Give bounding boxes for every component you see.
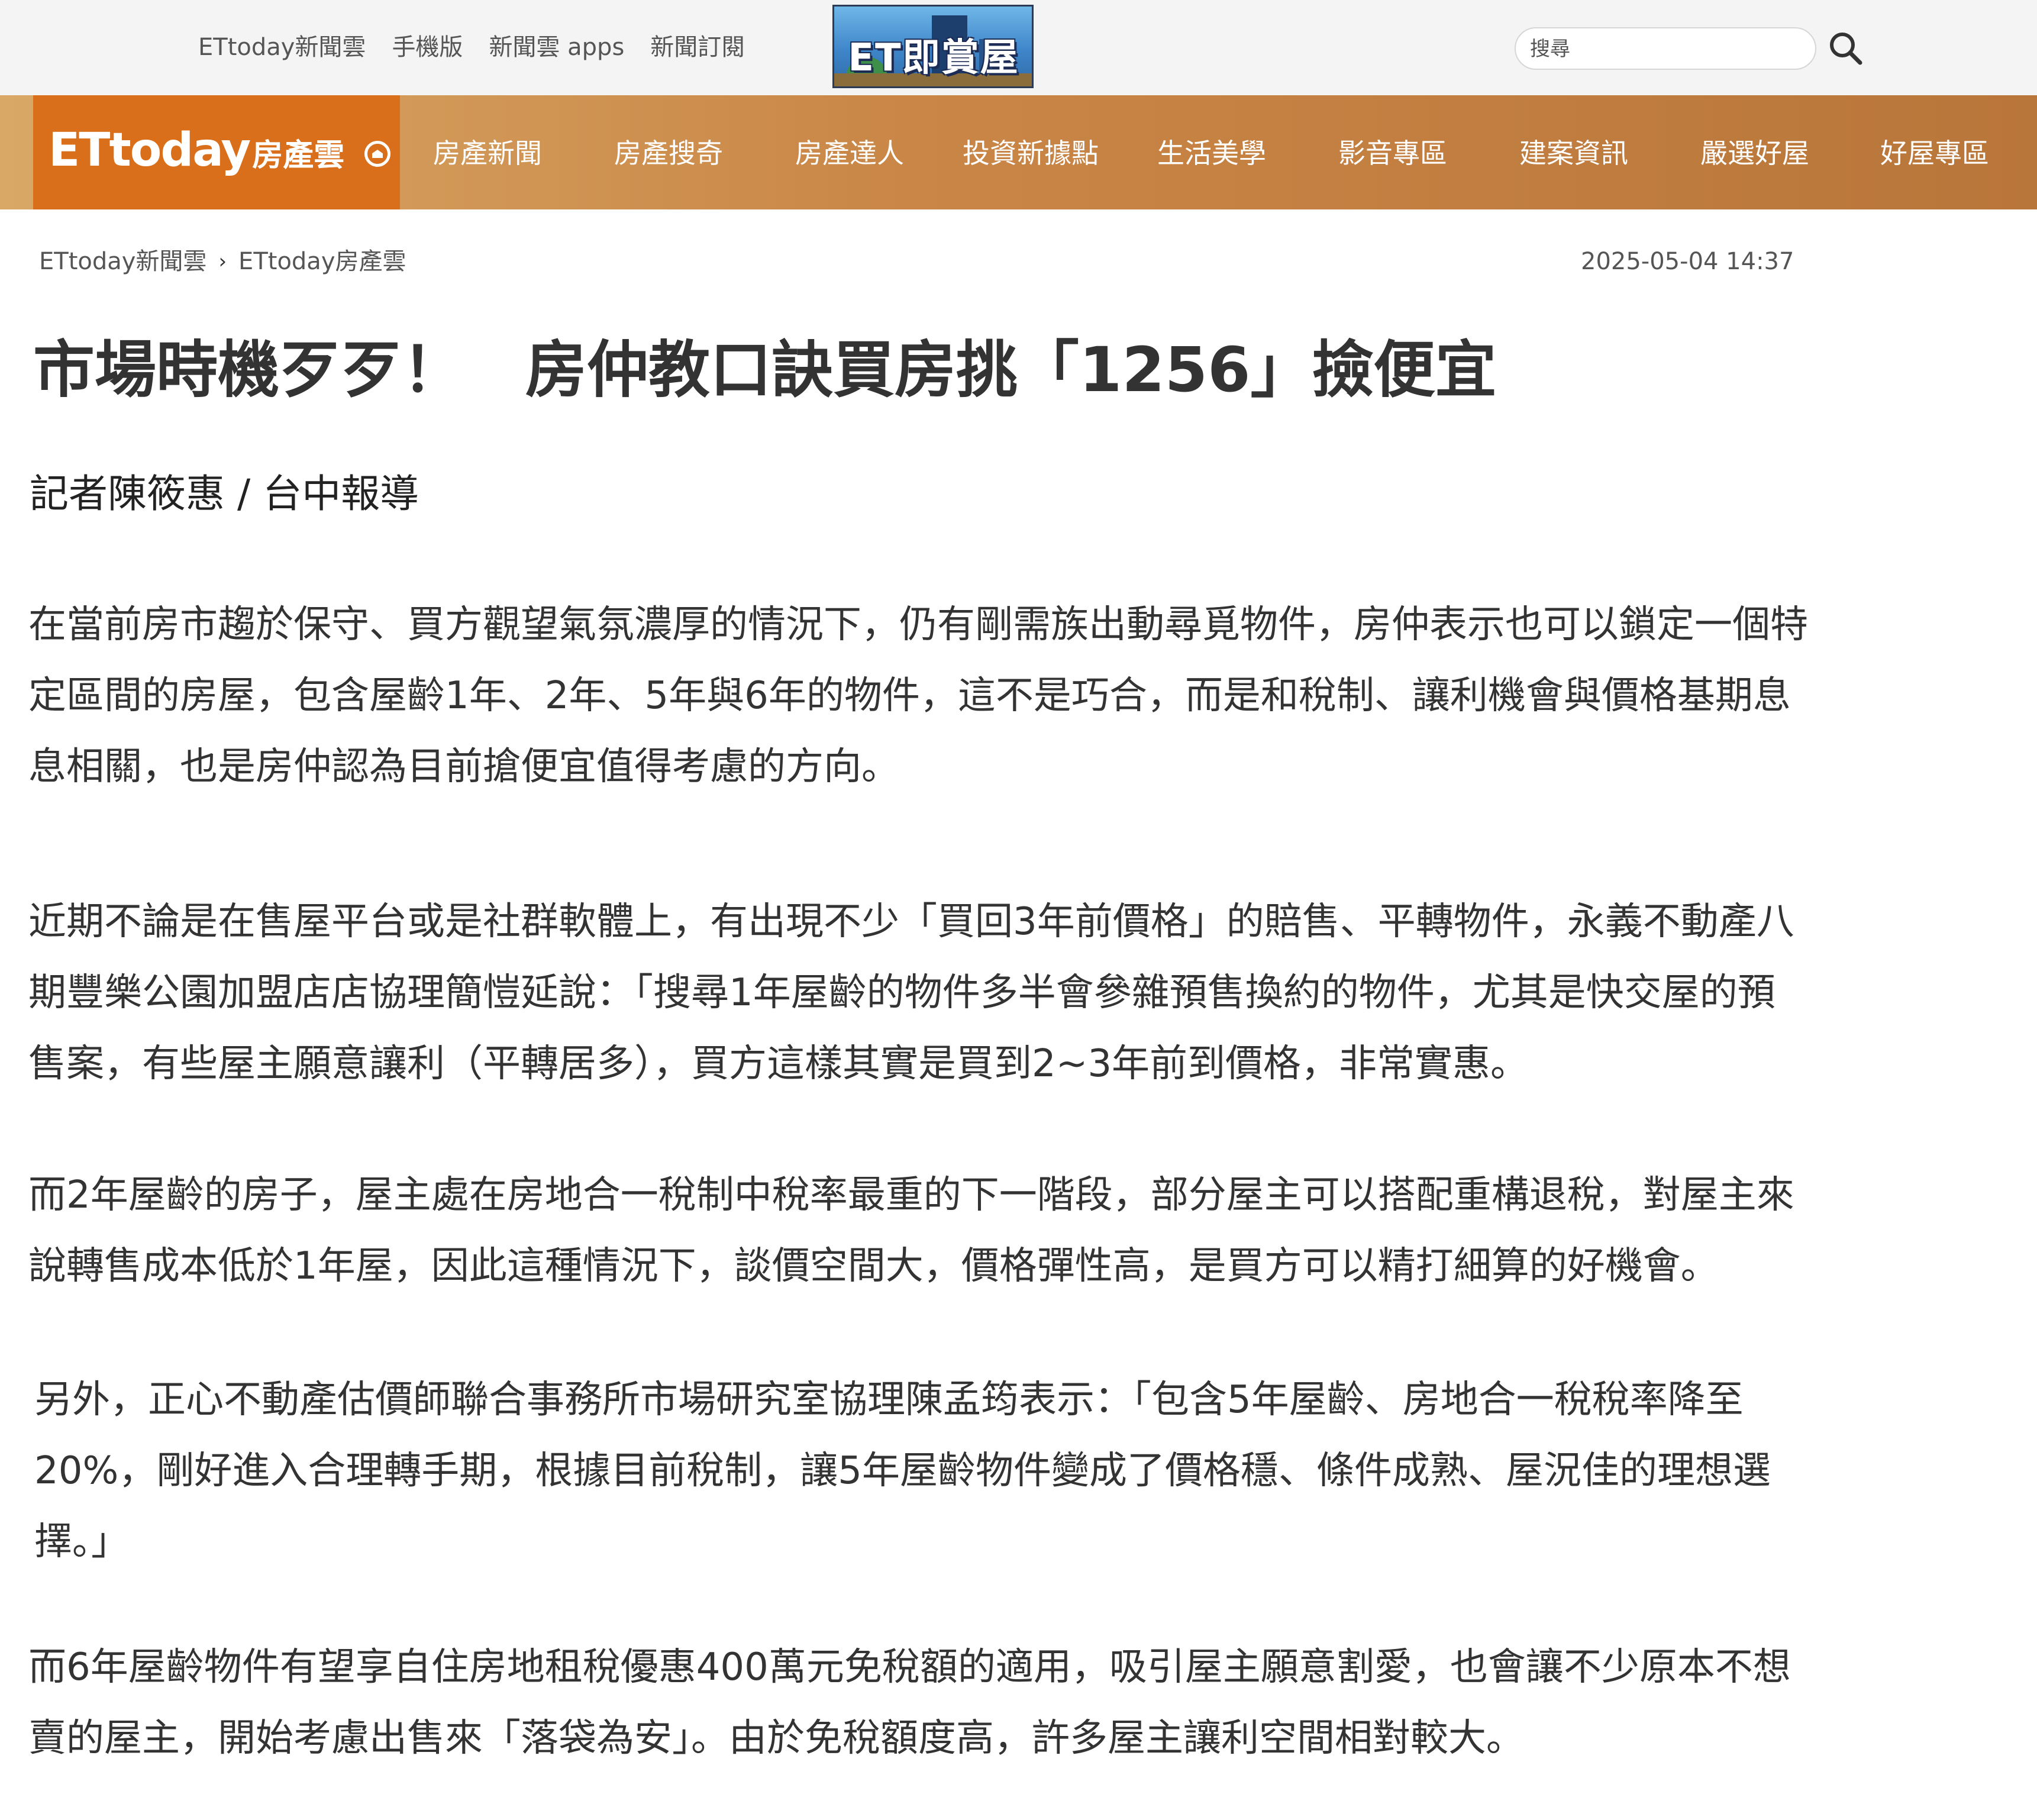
breadcrumb: ETtoday新聞雲 › ETtoday房產雲 <box>39 245 406 278</box>
nav-item-selected-homes[interactable]: 嚴選好屋 <box>1700 135 1809 171</box>
publish-timestamp: 2025-05-04 14:37 <box>1581 248 1794 275</box>
article-paragraph: 在當前房市趨於保守、買方觀望氣氛濃厚的情況下，仍有剛需族出動尋覓物件，房仲表示也… <box>28 589 2016 802</box>
main-nav: ETtoday房產雲 房產新聞 房產搜奇 房產達人 投資新據點 生活美學 影音專… <box>0 95 2037 209</box>
paragraph-line: 20%，剛好進入合理轉手期，根據目前稅制，讓5年屋齡物件變成了價格穩、條件成熟、… <box>34 1449 1771 1493</box>
top-link-apps[interactable]: 新聞雲 apps <box>489 31 624 64</box>
search-icon[interactable] <box>1827 30 1865 67</box>
paragraph-line: 說轉售成本低於1年屋，因此這種情況下，談價空間大，價格彈性高，是買方可以精打細算… <box>28 1244 1719 1288</box>
et-home-logo[interactable]: ET即賞屋 <box>832 5 1034 88</box>
nav-item-projects[interactable]: 建案資訊 <box>1519 135 1628 171</box>
paragraph-line: 定區間的房屋，包含屋齡1年、2年、5年與6年的物件，這不是巧合，而是和稅制、讓利… <box>28 674 1791 718</box>
article-paragraph: 近期不論是在售屋平台或是社群軟體上，有出現不少「買回3年前價格」的賠售、平轉物件… <box>28 886 2016 1099</box>
nav-item-investment[interactable]: 投資新據點 <box>963 135 1099 171</box>
top-utility-bar: ETtoday新聞雲 手機版 新聞雲 apps 新聞訂閱 ET即賞屋 <box>0 0 2037 95</box>
search-box <box>1515 27 1816 70</box>
article-byline: 記者陳筱惠 / 台中報導 <box>30 471 419 517</box>
nav-item-curiosities[interactable]: 房產搜奇 <box>614 135 723 171</box>
paragraph-line: 期豐樂公園加盟店店協理簡愷延說：「搜尋1年屋齡的物件多半會參雜預售換約的物件，尤… <box>28 971 1775 1015</box>
nav-item-video[interactable]: 影音專區 <box>1338 135 1447 171</box>
article-paragraph: 而2年屋齡的房子，屋主處在房地合一稅制中稅率最重的下一階段，部分屋主可以搭配重構… <box>28 1160 2016 1302</box>
breadcrumb-item-realestate[interactable]: ETtoday房產雲 <box>238 245 406 278</box>
breadcrumb-separator: › <box>218 250 227 273</box>
paragraph-line: 賣的屋主，開始考慮出售來「落袋為安」。由於免稅額度高，許多屋主讓利空間相對較大。 <box>28 1716 1524 1760</box>
article-paragraph: 另外，正心不動產估價師聯合事務所市場研究室協理陳孟筠表示：「包含5年屋齡、房地合… <box>34 1364 2022 1577</box>
nav-item-experts[interactable]: 房產達人 <box>795 135 904 171</box>
breadcrumb-item-ettoday[interactable]: ETtoday新聞雲 <box>39 245 206 278</box>
paragraph-line: 在當前房市趨於保守、買方觀望氣氛濃厚的情況下，仍有剛需族出動尋覓物件，房仲表示也… <box>28 603 1808 647</box>
search-input[interactable] <box>1529 36 1803 63</box>
nav-items: 房產新聞 房產搜奇 房產達人 投資新據點 生活美學 影音專區 建案資訊 嚴選好屋… <box>0 95 2037 209</box>
top-links: ETtoday新聞雲 手機版 新聞雲 apps 新聞訂閱 <box>198 31 745 64</box>
paragraph-line: 擇。」 <box>34 1520 129 1564</box>
article-paragraph: 而6年屋齡物件有望享自住房地租稅優惠400萬元免稅額的適用，吸引屋主願意割愛，也… <box>28 1632 2016 1774</box>
top-link-ettoday[interactable]: ETtoday新聞雲 <box>198 31 366 64</box>
nav-item-lifestyle[interactable]: 生活美學 <box>1157 135 1266 171</box>
paragraph-line: 近期不論是在售屋平台或是社群軟體上，有出現不少「買回3年前價格」的賠售、平轉物件… <box>28 900 1794 944</box>
paragraph-line: 而6年屋齡物件有望享自住房地租稅優惠400萬元免稅額的適用，吸引屋主願意割愛，也… <box>28 1645 1791 1689</box>
paragraph-line: 而2年屋齡的房子，屋主處在房地合一稅制中稅率最重的下一階段，部分屋主可以搭配重構… <box>28 1173 1794 1217</box>
article-headline: 市場時機歹歹！ 房仲教口訣買房挑「1256」撿便宜 <box>33 334 1497 406</box>
top-link-subscribe[interactable]: 新聞訂閱 <box>650 31 745 64</box>
paragraph-line: 售案，有些屋主願意讓利（平轉居多），買方這樣其實是買到2~3年前到價格，非常實惠… <box>28 1042 1529 1086</box>
nav-item-news[interactable]: 房產新聞 <box>433 135 542 171</box>
logo-text: ET即賞屋 <box>848 36 1019 80</box>
nav-item-good-homes[interactable]: 好屋專區 <box>1880 135 1989 171</box>
paragraph-line: 另外，正心不動產估價師聯合事務所市場研究室協理陳孟筠表示：「包含5年屋齡、房地合… <box>34 1378 1744 1422</box>
top-link-mobile[interactable]: 手機版 <box>392 31 463 64</box>
paragraph-line: 息相關，也是房仲認為目前搶便宜值得考慮的方向。 <box>28 745 899 789</box>
